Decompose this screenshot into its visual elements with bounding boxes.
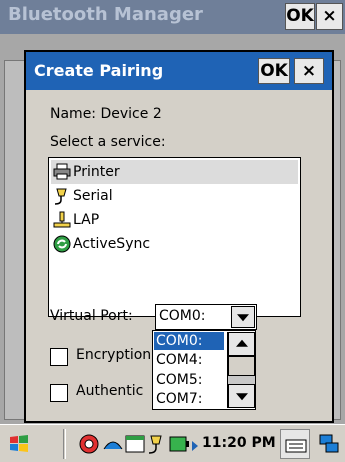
calendar-icon[interactable] <box>124 433 146 455</box>
scroll-thumb[interactable] <box>228 356 255 376</box>
printer-icon <box>53 163 71 180</box>
window-titlebar: Bluetooth Manager OK × <box>0 0 345 34</box>
name-label: Name: Device 2 <box>50 106 162 122</box>
dialog-title: Create Pairing <box>34 61 164 80</box>
encryption-checkbox[interactable] <box>50 348 68 366</box>
window-title: Bluetooth Manager <box>8 4 203 25</box>
task-switcher-icon[interactable] <box>318 433 340 455</box>
chevron-up-icon <box>235 339 248 347</box>
encryption-label: Encryption <box>76 347 152 363</box>
virtual-port-value: COM0: <box>159 308 206 324</box>
dialog-close-button[interactable]: × <box>294 58 324 84</box>
window-ok-button[interactable]: OK <box>285 3 315 30</box>
tray-expand-icon[interactable] <box>192 441 198 451</box>
service-label: ActiveSync <box>73 236 151 252</box>
service-label: Serial <box>73 188 113 204</box>
port-option[interactable]: COM5: <box>154 371 224 389</box>
network-globe-icon[interactable] <box>78 433 100 455</box>
virtual-port-select[interactable]: COM0: <box>155 304 257 330</box>
activesync-icon <box>53 235 71 253</box>
scroll-down-button[interactable] <box>228 384 255 408</box>
dialog-titlebar: Create Pairing OK × <box>26 52 332 90</box>
power-plug-icon[interactable] <box>146 433 168 455</box>
connection-icon[interactable] <box>102 433 124 455</box>
port-option[interactable]: COM4: <box>154 351 224 369</box>
name-value: Device 2 <box>100 106 162 122</box>
port-option[interactable]: COM7: <box>154 390 224 408</box>
chevron-down-icon <box>237 314 249 322</box>
taskbar-clock[interactable]: 11:20 PM <box>202 435 276 451</box>
keyboard-button[interactable] <box>280 429 310 459</box>
service-item-printer[interactable]: Printer <box>51 160 298 184</box>
port-dropdown-list[interactable]: COM0: COM4: COM5: COM7: <box>152 330 256 410</box>
chevron-down-icon <box>235 393 248 401</box>
authentication-label: Authentic <box>76 383 144 399</box>
port-option[interactable]: COM0: <box>154 332 224 350</box>
select-service-label: Select a service: <box>50 134 166 150</box>
virtual-port-label: Virtual Port: <box>50 308 133 324</box>
battery-icon[interactable] <box>168 433 190 455</box>
service-item-activesync[interactable]: ActiveSync <box>51 232 298 256</box>
dropdown-scrollbar[interactable] <box>227 332 255 408</box>
service-item-serial[interactable]: Serial <box>51 184 298 208</box>
scroll-up-button[interactable] <box>228 332 255 356</box>
window-close-button[interactable]: × <box>316 3 343 30</box>
lap-network-icon <box>53 211 71 228</box>
dialog-ok-button[interactable]: OK <box>258 58 290 84</box>
taskbar: 11:20 PM <box>0 424 345 462</box>
service-list[interactable]: Printer Serial LAP ActiveSync <box>48 157 301 317</box>
serial-plug-icon <box>54 188 67 205</box>
service-label: Printer <box>73 164 120 180</box>
keyboard-icon <box>285 439 307 453</box>
taskbar-divider <box>63 429 66 459</box>
service-item-lap[interactable]: LAP <box>51 208 298 232</box>
name-label-text: Name: <box>50 106 97 122</box>
start-windows-icon[interactable] <box>8 433 30 455</box>
dropdown-arrow-button[interactable] <box>231 306 255 328</box>
authentication-checkbox[interactable] <box>50 384 68 402</box>
service-label: LAP <box>73 212 100 228</box>
